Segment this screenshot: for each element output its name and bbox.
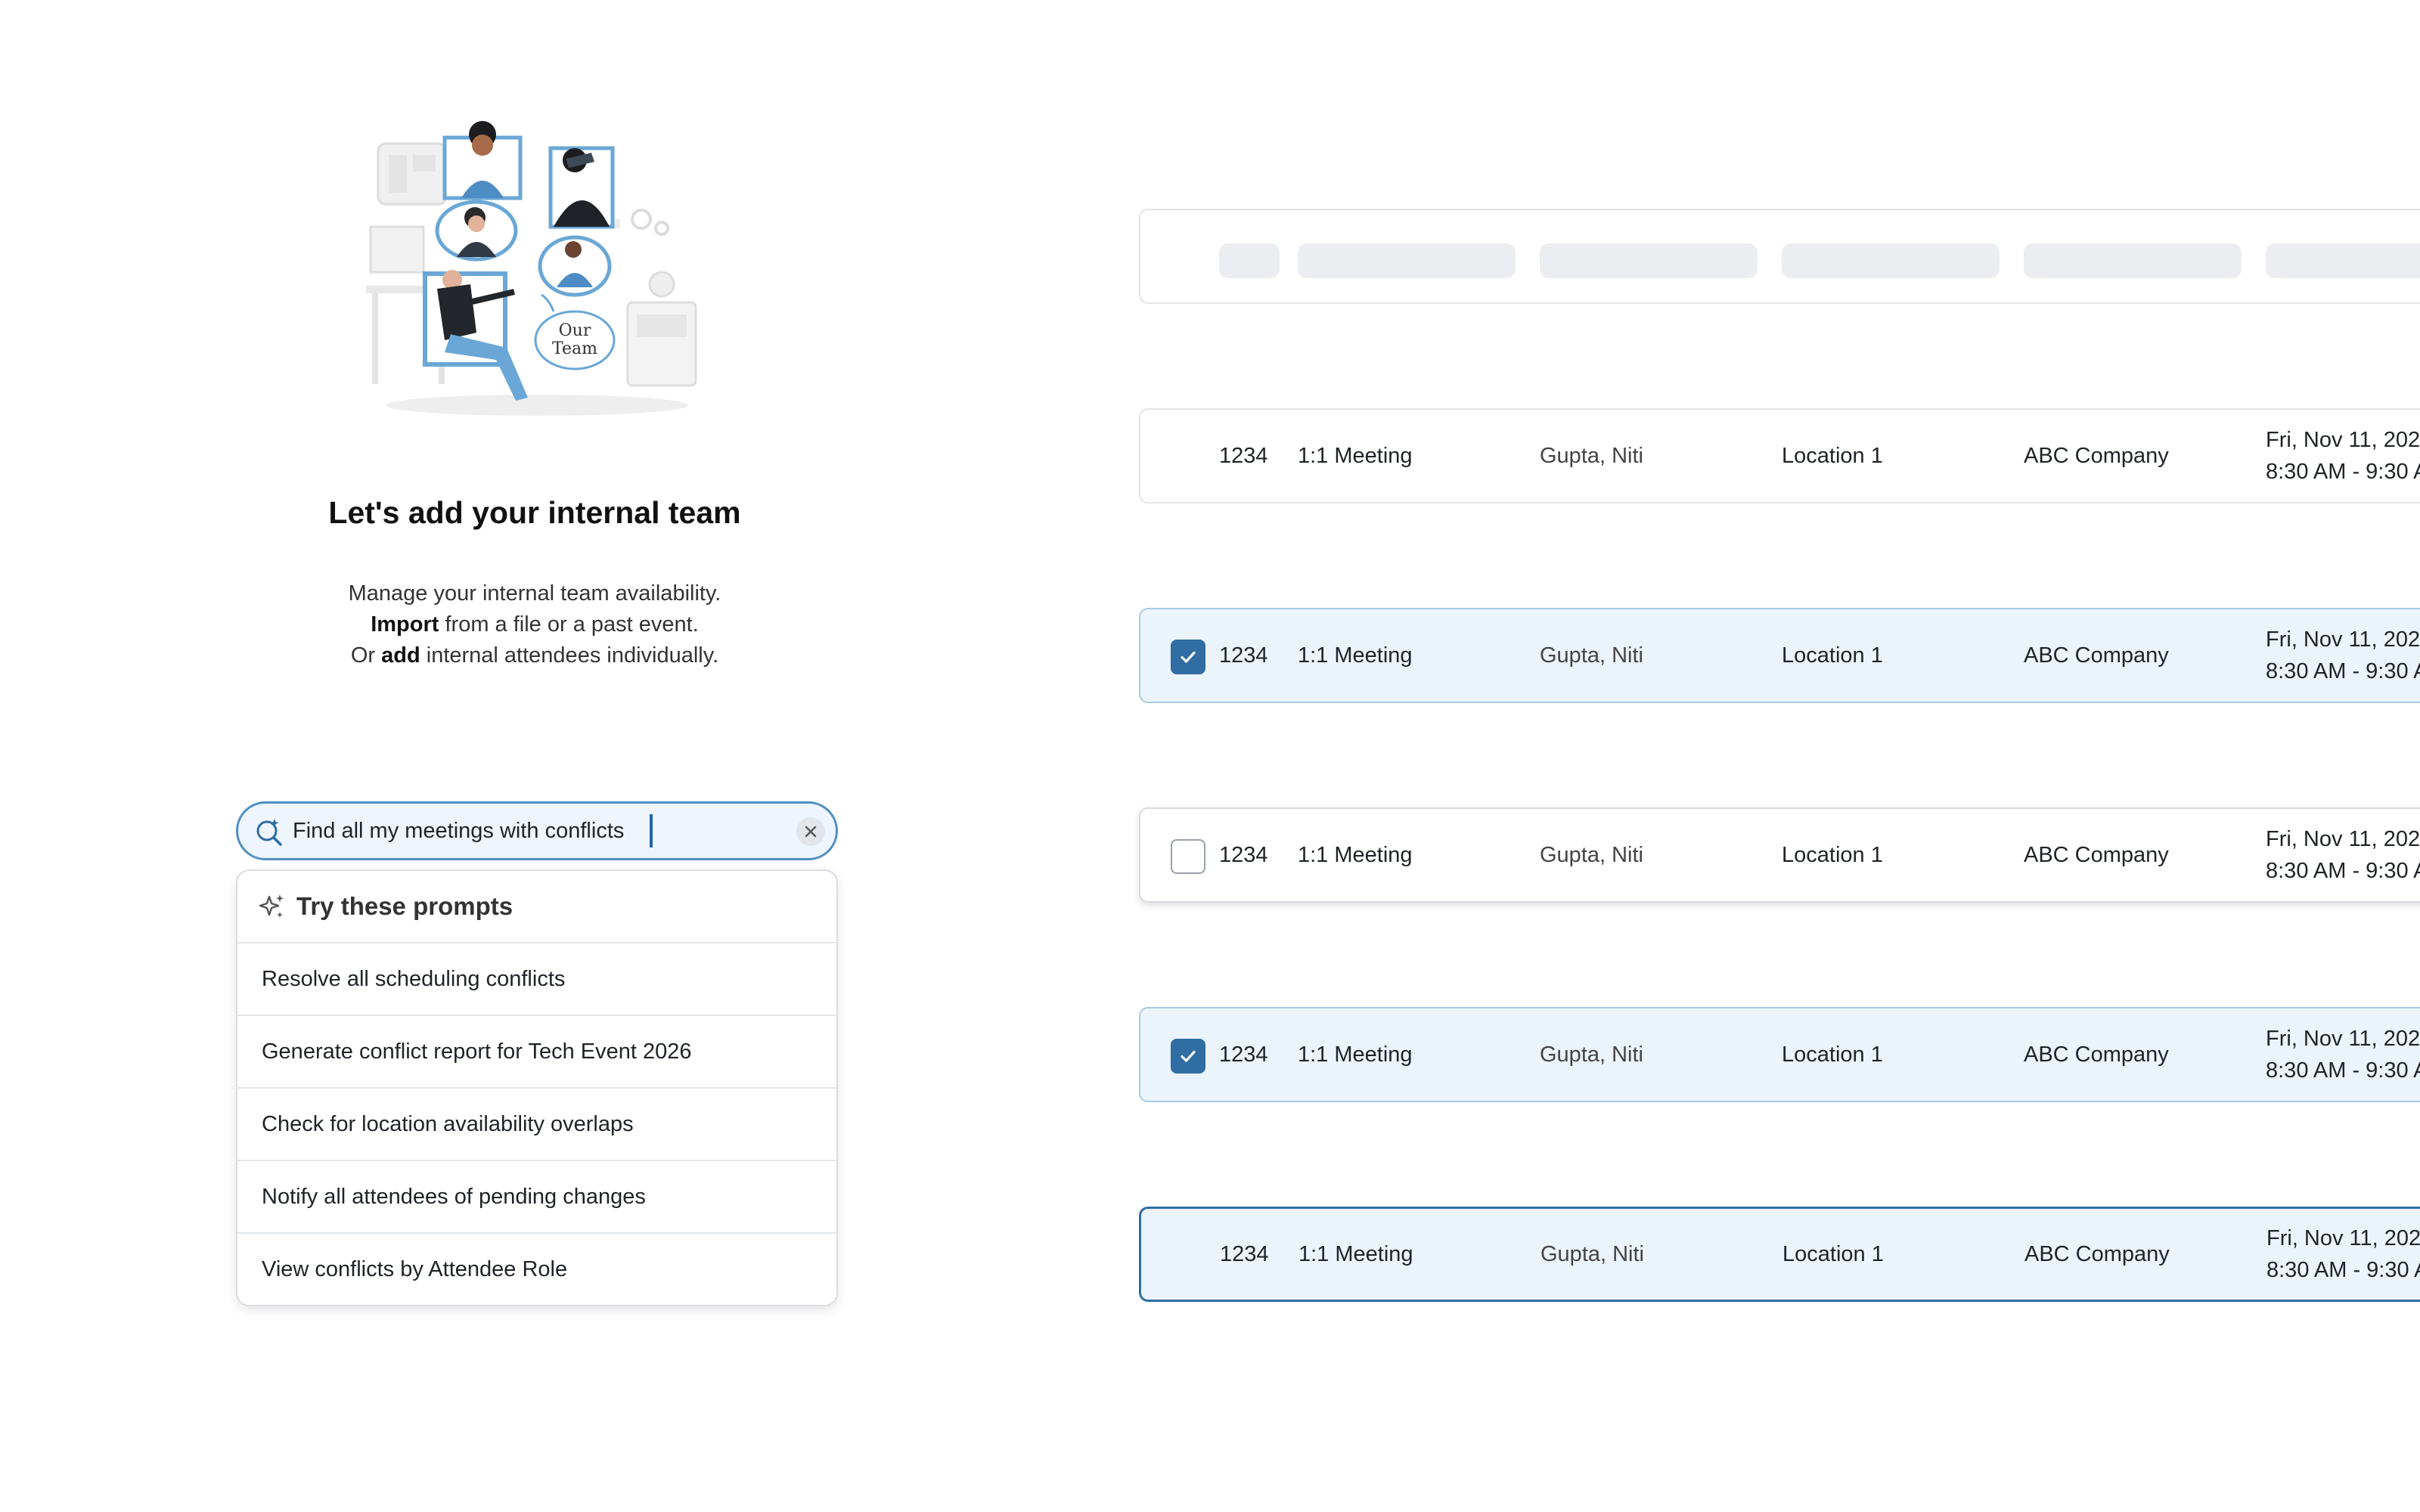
clear-search-button[interactable] [796,817,825,846]
prompt-item[interactable]: Generate conflict report for Tech Event … [237,1016,836,1089]
row-time: 8:30 AM - 9:30 A [2266,859,2420,883]
row-location: Location 1 [1782,1042,1883,1067]
skeleton-placeholder [1540,243,1758,278]
empty-state-description: Manage your internal team availability. … [0,578,1069,671]
row-date: Fri, Nov 11, 202 [2266,1027,2420,1051]
prompt-item[interactable]: Check for location availability overlaps [237,1089,836,1161]
row-checkbox[interactable] [1171,839,1205,874]
row-time: 8:30 AM - 9:30 A [2266,659,2420,683]
checkmark-icon [1181,651,1196,663]
prompt-item[interactable]: View conflicts by Attendee Role [237,1234,836,1305]
prompt-suggestions-dropdown: Try these prompts Resolve all scheduling… [236,869,838,1306]
table-row[interactable]: 1234 1:1 Meeting Gupta, Niti Location 1 … [1139,1007,2420,1102]
text-caret [650,814,653,847]
row-attendee: Gupta, Niti [1540,1241,1644,1266]
row-location: Location 1 [1782,443,1883,468]
row-meeting-type: 1:1 Meeting [1298,643,1413,668]
row-time: 8:30 AM - 9:30 A [2266,1258,2420,1282]
row-attendee: Gupta, Niti [1540,842,1643,867]
ai-search-bar[interactable] [236,801,838,860]
row-id: 1234 [1220,1241,1269,1266]
prompt-item[interactable]: Resolve all scheduling conflicts [237,943,836,1016]
skeleton-placeholder [1782,243,2000,278]
row-attendee: Gupta, Niti [1540,1042,1643,1067]
row-location: Location 1 [1782,1241,1884,1266]
row-datetime: Fri, Nov 11, 202 8:30 AM - 9:30 A [2266,410,2420,502]
skeleton-placeholder [2024,243,2242,278]
table-row[interactable]: 1234 1:1 Meeting Gupta, Niti Location 1 … [1139,1207,2420,1302]
description-line-1: Manage your internal team availability. [348,581,721,606]
row-date: Fri, Nov 11, 202 [2266,827,2420,851]
ai-search-icon [256,819,282,846]
row-meeting-type: 1:1 Meeting [1298,842,1413,867]
row-attendee: Gupta, Niti [1540,443,1643,468]
table-row[interactable]: 1234 1:1 Meeting Gupta, Niti Location 1 … [1139,608,2420,703]
illustration-sign-line2: Team [552,339,597,358]
row-id: 1234 [1219,1042,1268,1067]
table-row[interactable]: 1234 1:1 Meeting Gupta, Niti Location 1 … [1139,807,2420,903]
description-line-2-rest: from a file or a past event. [439,612,699,637]
description-line-3: Or add internal attendees individually. [0,640,1069,671]
prompts-heading: Try these prompts [296,892,513,920]
row-meeting-type: 1:1 Meeting [1298,1042,1413,1067]
checkmark-icon [1181,1050,1196,1062]
row-datetime: Fri, Nov 11, 202 8:30 AM - 9:30 A [2266,809,2420,901]
team-illustration: Our Team [366,121,697,416]
empty-state-title: Let's add your internal team [328,495,741,530]
row-id: 1234 [1219,643,1268,668]
row-datetime: Fri, Nov 11, 202 8:30 AM - 9:30 A [2266,1009,2420,1101]
table-row[interactable]: 1234 1:1 Meeting Gupta, Niti Location 1 … [1139,408,2420,503]
description-line-3-rest: internal attendees individually. [420,643,719,668]
row-company: ABC Company [2024,643,2169,668]
row-id: 1234 [1219,842,1268,867]
row-location: Location 1 [1782,643,1883,668]
row-time: 8:30 AM - 9:30 A [2266,1058,2420,1083]
row-location: Location 1 [1782,842,1883,867]
description-line-3-pre: Or [350,643,382,668]
row-meeting-type: 1:1 Meeting [1298,443,1413,468]
prompt-item[interactable]: Notify all attendees of pending changes [237,1161,836,1234]
search-input[interactable] [293,818,648,844]
row-company: ABC Company [2024,842,2169,867]
add-keyword: add [381,643,420,668]
row-company: ABC Company [2024,1241,2170,1266]
row-company: ABC Company [2024,1042,2169,1067]
sparkle-icon [259,894,284,918]
row-checkbox[interactable] [1171,640,1205,674]
skeleton-placeholder [1298,243,1516,278]
row-checkbox[interactable] [1171,1039,1205,1074]
close-icon [805,826,817,838]
illustration-sign-line1: Our [559,321,591,340]
skeleton-loading-row [1139,209,2420,304]
skeleton-placeholder [2266,243,2420,278]
row-company: ABC Company [2024,443,2169,468]
row-date: Fri, Nov 11, 202 [2266,428,2420,452]
row-datetime: Fri, Nov 11, 202 8:30 AM - 9:30 A [2266,609,2420,702]
row-datetime: Fri, Nov 11, 202 8:30 AM - 9:30 A [2266,1209,2420,1300]
row-time: 8:30 AM - 9:30 A [2266,460,2420,484]
row-date: Fri, Nov 11, 202 [2266,627,2420,652]
row-date: Fri, Nov 11, 202 [2266,1226,2420,1250]
prompts-header: Try these prompts [237,871,836,943]
description-line-2: Import from a file or a past event. [0,609,1069,640]
skeleton-placeholder [1219,243,1280,278]
row-id: 1234 [1219,443,1268,468]
row-attendee: Gupta, Niti [1540,643,1643,668]
row-meeting-type: 1:1 Meeting [1298,1241,1413,1266]
import-keyword: Import [371,612,439,637]
